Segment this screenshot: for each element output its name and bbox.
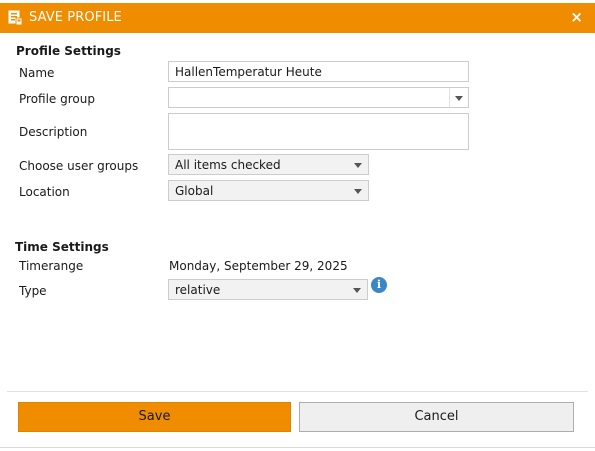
profile-group-combo[interactable] xyxy=(168,87,469,108)
location-value: Global xyxy=(175,184,214,198)
profile-settings-heading: Profile Settings xyxy=(16,44,121,58)
name-field[interactable] xyxy=(168,61,469,82)
save-button[interactable]: Save xyxy=(18,402,291,432)
type-value: relative xyxy=(175,283,221,297)
location-label: Location xyxy=(19,185,70,199)
name-label: Name xyxy=(19,66,55,80)
description-input[interactable] xyxy=(169,114,468,149)
chevron-down-icon xyxy=(354,163,362,168)
user-groups-combo[interactable]: All items checked xyxy=(168,154,369,175)
location-combo[interactable]: Global xyxy=(168,180,369,201)
chevron-down-icon xyxy=(354,189,362,194)
time-settings-heading: Time Settings xyxy=(15,240,109,254)
dialog-title-bar: SAVE PROFILE × xyxy=(0,3,595,33)
profile-group-label: Profile group xyxy=(19,92,95,106)
dialog-title: SAVE PROFILE xyxy=(29,10,122,25)
footer-divider xyxy=(7,391,588,392)
info-icon[interactable]: i xyxy=(371,277,387,293)
type-label: Type xyxy=(19,284,47,298)
dialog-bottom-border xyxy=(0,447,595,448)
chevron-down-icon xyxy=(353,288,361,293)
user-groups-value: All items checked xyxy=(175,158,281,172)
name-input[interactable] xyxy=(169,62,468,81)
timerange-label: Timerange xyxy=(19,259,84,273)
profile-save-icon xyxy=(8,10,22,25)
user-groups-label: Choose user groups xyxy=(19,159,139,173)
close-icon[interactable]: × xyxy=(570,8,583,26)
chevron-down-icon xyxy=(455,96,463,101)
cancel-button[interactable]: Cancel xyxy=(299,402,574,432)
timerange-value: Monday, September 29, 2025 xyxy=(169,259,348,273)
description-field[interactable] xyxy=(168,113,469,150)
profile-group-dropdown-button[interactable] xyxy=(449,88,468,107)
type-combo[interactable]: relative xyxy=(168,279,368,300)
description-label: Description xyxy=(19,125,88,139)
